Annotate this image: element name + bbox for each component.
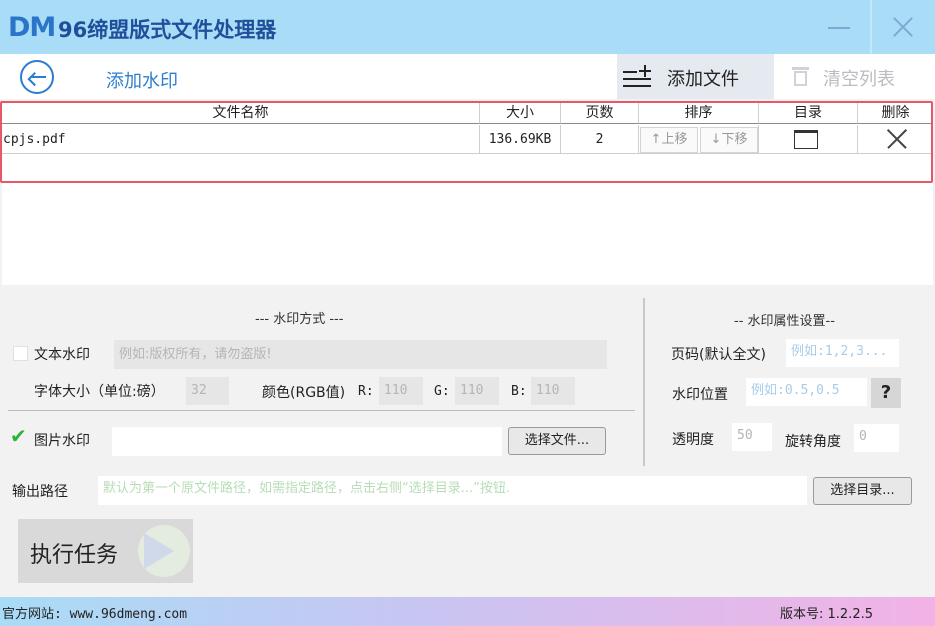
r-input[interactable]: 110 xyxy=(379,377,423,405)
run-task-label: 执行任务 xyxy=(30,543,119,568)
section-divider xyxy=(8,410,635,411)
back-arrow-icon[interactable] xyxy=(20,60,54,94)
column-header-sort: 排序 xyxy=(639,103,759,124)
pages-label: 页码(默认全文) xyxy=(671,347,766,363)
add-file-label: 添加文件 xyxy=(667,69,739,90)
add-list-icon xyxy=(623,65,653,89)
g-input[interactable]: 110 xyxy=(455,377,499,405)
g-label: G: xyxy=(434,384,450,399)
text-watermark-input[interactable]: 例如:版权所有，请勿盗版! xyxy=(114,340,607,369)
folder-icon[interactable] xyxy=(794,130,818,149)
watermark-mode-title: --- 水印方式 --- xyxy=(255,312,344,327)
add-file-button[interactable]: 添加文件 xyxy=(617,54,774,99)
app-logo: DM xyxy=(8,12,56,43)
vertical-divider xyxy=(643,298,645,466)
image-watermark-checkbox[interactable]: ✔ xyxy=(10,426,27,446)
help-button[interactable]: ? xyxy=(871,378,901,408)
r-label: R: xyxy=(358,384,374,399)
image-watermark-label: 图片水印 xyxy=(34,433,90,449)
column-header-file-name: 文件名称 xyxy=(2,103,480,124)
move-down-button[interactable]: ↓下移 xyxy=(700,127,758,153)
opacity-input[interactable]: 50 xyxy=(732,423,772,451)
run-task-button[interactable]: 执行任务 xyxy=(18,519,193,583)
clear-list-label: 清空列表 xyxy=(823,69,895,90)
font-size-input[interactable]: 32 xyxy=(186,377,229,405)
table-row-pages: 2 xyxy=(561,125,639,154)
rotation-label: 旋转角度 xyxy=(785,434,841,450)
position-label: 水印位置 xyxy=(672,387,728,403)
color-label: 颜色(RGB值) xyxy=(262,385,346,401)
b-input[interactable]: 110 xyxy=(531,377,575,405)
pages-input[interactable]: 例如:1,2,3... xyxy=(786,339,899,367)
clear-list-button[interactable]: 清空列表 xyxy=(779,54,935,99)
column-header-pages: 页数 xyxy=(561,103,639,124)
trash-icon xyxy=(792,67,809,86)
text-watermark-label: 文本水印 xyxy=(34,347,90,363)
play-icon xyxy=(144,533,174,569)
move-up-button[interactable]: ↑上移 xyxy=(640,127,698,153)
opacity-label: 透明度 xyxy=(672,432,714,448)
output-path-label: 输出路径 xyxy=(12,484,68,500)
rotation-input[interactable]: 0 xyxy=(854,424,899,452)
font-size-label: 字体大小（单位:磅） xyxy=(34,384,165,400)
column-header-directory: 目录 xyxy=(759,103,858,124)
output-path-input[interactable]: 默认为第一个原文件路径，如需指定路径，点击右侧“选择目录...”按钮. xyxy=(98,476,807,505)
table-row-size: 136.69KB xyxy=(480,125,561,154)
text-watermark-checkbox[interactable] xyxy=(13,346,28,361)
website-label: 官方网站: www.96dmeng.com xyxy=(2,607,188,622)
position-input[interactable]: 例如:0.5,0.5 xyxy=(746,378,867,406)
select-directory-button[interactable]: 选择目录... xyxy=(813,477,912,505)
table-row-file-name: cpjs.pdf xyxy=(2,125,480,154)
close-icon[interactable] xyxy=(872,0,935,54)
b-label: B: xyxy=(511,384,527,399)
version-label: 版本号: 1.2.2.5 xyxy=(780,607,873,622)
app-title: 96缔盟版式文件处理器 xyxy=(58,18,277,42)
select-file-button[interactable]: 选择文件... xyxy=(508,427,606,455)
minimize-icon[interactable] xyxy=(808,0,870,54)
delete-icon[interactable] xyxy=(886,128,908,150)
column-header-size: 大小 xyxy=(480,103,561,124)
column-header-delete: 删除 xyxy=(858,103,933,124)
watermark-props-title: -- 水印属性设置-- xyxy=(734,314,835,329)
page-title: 添加水印 xyxy=(106,71,178,92)
image-watermark-path-input[interactable] xyxy=(112,427,502,456)
